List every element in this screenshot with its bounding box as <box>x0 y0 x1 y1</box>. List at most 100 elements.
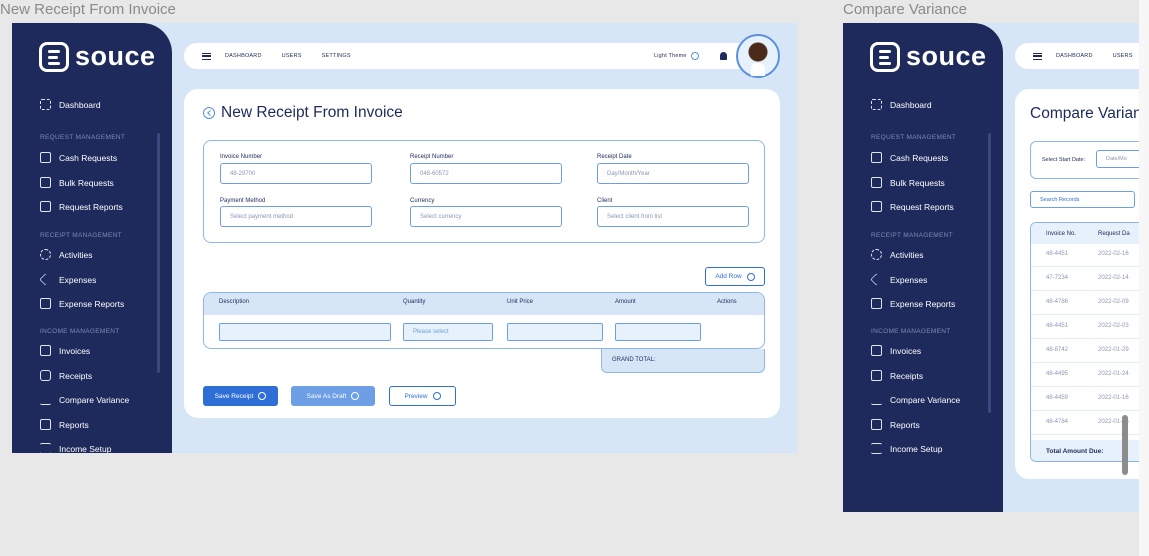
col-actions: Actions <box>717 299 737 305</box>
eye-icon <box>432 392 441 400</box>
sidebar-item-request-reports[interactable]: Request Reports <box>871 201 954 212</box>
sidebar-item-expense-reports[interactable]: Expense Reports <box>871 298 955 309</box>
quantity-select[interactable]: Please select <box>403 323 493 341</box>
menu-icon[interactable] <box>1033 52 1042 60</box>
sidebar-item-dashboard[interactable]: Dashboard <box>871 99 932 110</box>
receipt-number-field[interactable]: 048-60572 <box>410 163 562 184</box>
sidebar-item-label: Receipts <box>59 370 93 381</box>
receipt-icon <box>40 370 51 381</box>
sidebar-item-label: Compare Variance <box>890 394 961 405</box>
sidebar-item-label: Dashboard <box>59 99 101 110</box>
sidebar-item-label: Income Setup <box>59 443 112 454</box>
sidebar-item-label: Expense Reports <box>59 298 125 309</box>
compare-chart-icon <box>40 394 51 405</box>
receipt-date-field[interactable]: Day/Month/Year <box>597 163 749 184</box>
frame-title-left: New Receipt From Invoice <box>0 1 176 18</box>
payment-method-select[interactable]: Select payment method <box>220 206 372 227</box>
sidebar-item-reports[interactable]: Reports <box>871 419 920 430</box>
save-draft-button[interactable]: Save As Draft <box>291 386 375 406</box>
grid-icon <box>40 99 51 110</box>
section-request-management: REQUEST MANAGEMENT <box>40 134 126 141</box>
client-select[interactable]: Select client from list <box>597 206 749 227</box>
edit-icon <box>40 177 51 188</box>
sidebar-item-request-reports[interactable]: Request Reports <box>40 201 123 212</box>
sidebar-item-invoices[interactable]: Invoices <box>40 345 90 356</box>
sidebar-scrollbar[interactable] <box>988 133 991 413</box>
receipt-date-label: Receipt Date <box>597 154 632 160</box>
nav-dashboard[interactable]: DASHBOARD <box>1056 53 1093 59</box>
menu-icon[interactable] <box>202 52 211 60</box>
sidebar-item-activities[interactable]: Activities <box>40 249 93 260</box>
description-input[interactable] <box>219 323 391 341</box>
items-table: Description Quantity Unit Price Amount A… <box>203 292 765 349</box>
sidebar-item-compare-variance[interactable]: Compare Variance <box>40 394 129 405</box>
plus-circle-icon <box>258 392 267 400</box>
row-request-date: 2022-02-14 <box>1098 275 1129 281</box>
sidebar-item-reports[interactable]: Reports <box>40 419 89 430</box>
search-input[interactable]: Search Records <box>1030 191 1135 208</box>
nav-users[interactable]: USERS <box>1113 53 1133 59</box>
sidebar-item-label: Reports <box>890 419 920 430</box>
row-divider <box>1031 362 1139 363</box>
sidebar-item-cash-requests[interactable]: Cash Requests <box>871 152 948 163</box>
receipt-card: New Receipt From Invoice Invoice Number … <box>184 89 780 418</box>
sidebar-item-expense-reports[interactable]: Expense Reports <box>40 298 124 309</box>
brand-name: souce <box>75 41 156 71</box>
user-avatar[interactable] <box>736 34 780 78</box>
logo-icon <box>39 41 69 72</box>
currency-label: Currency <box>410 198 435 204</box>
page-title: New Receipt From Invoice <box>203 104 403 122</box>
bell-icon[interactable] <box>720 52 727 60</box>
compare-screen: souce Dashboard REQUEST MANAGEMENT Cash … <box>843 23 1139 512</box>
grand-total-label: GRAND TOTAL: <box>612 357 656 363</box>
sidebar-item-expenses[interactable]: Expenses <box>870 273 927 286</box>
frame-title-right: Compare Variance <box>843 1 967 18</box>
save-receipt-button[interactable]: Save Receipt <box>203 386 278 406</box>
nav-users[interactable]: USERS <box>282 53 302 59</box>
sidebar-item-activities[interactable]: Activities <box>871 249 924 260</box>
section-income-management: INCOME MANAGEMENT <box>871 328 951 335</box>
sidebar-item-income-setup[interactable]: Income Setup <box>871 443 942 454</box>
sidebar-item-cash-requests[interactable]: Cash Requests <box>40 152 117 163</box>
preview-button[interactable]: Preview <box>389 386 456 406</box>
nav-dashboard[interactable]: DASHBOARD <box>225 53 262 59</box>
sidebar-item-compare-variance[interactable]: Compare Variance <box>871 394 960 405</box>
page-title: Compare Varianc <box>1030 105 1139 122</box>
sidebar-item-invoices[interactable]: Invoices <box>871 345 921 356</box>
sidebar-item-receipts[interactable]: Receipts <box>40 370 92 381</box>
sidebar-item-bulk-requests[interactable]: Bulk Requests <box>40 177 114 188</box>
sidebar-scrollbar[interactable] <box>157 133 160 373</box>
theme-toggle[interactable]: Light Theme <box>654 52 699 60</box>
sidebar-item-label: Income Setup <box>890 443 943 454</box>
start-date-field[interactable]: Date/Mo <box>1096 150 1139 168</box>
row-invoice-no: 48-4451 <box>1046 251 1069 257</box>
sidebar-item-label: Cash Requests <box>890 152 949 163</box>
activity-icon <box>871 249 882 260</box>
unit-price-input[interactable] <box>507 323 603 341</box>
sidebar-item-dashboard[interactable]: Dashboard <box>40 99 101 110</box>
currency-select[interactable]: Select currency <box>410 206 562 227</box>
invoice-number-label: Invoice Number <box>220 154 263 160</box>
vertical-scrollbar-thumb[interactable] <box>1122 415 1128 475</box>
amount-input[interactable] <box>615 323 701 341</box>
col-request-date: Request Da <box>1098 231 1130 237</box>
invoice-number-field[interactable]: 48-29700 <box>220 163 372 184</box>
add-row-button[interactable]: Add Row <box>705 267 765 286</box>
back-arrow-icon[interactable] <box>203 107 215 119</box>
grid-icon <box>871 99 882 110</box>
sidebar-item-income-setup[interactable]: Income Setup <box>40 443 111 453</box>
sidebar-item-bulk-requests[interactable]: Bulk Requests <box>871 177 945 188</box>
sidebar-item-expenses[interactable]: Expenses <box>39 273 96 286</box>
bar-chart-icon <box>40 419 51 430</box>
sidebar-item-label: Dashboard <box>890 99 932 110</box>
receipt-number-label: Receipt Number <box>410 154 454 160</box>
sidebar-item-label: Receipts <box>890 370 924 381</box>
brand-logo: souce <box>870 41 987 72</box>
sidebar-item-label: Compare Variance <box>59 394 130 405</box>
sidebar-item-label: Activities <box>890 249 924 260</box>
client-label: Client <box>597 198 613 204</box>
sidebar-item-receipts[interactable]: Receipts <box>871 370 923 381</box>
records-table-header: Invoice No. Request Da <box>1031 223 1139 244</box>
total-amount-label: Total Amount Due: <box>1046 448 1104 455</box>
nav-settings[interactable]: SETTINGS <box>322 53 351 59</box>
